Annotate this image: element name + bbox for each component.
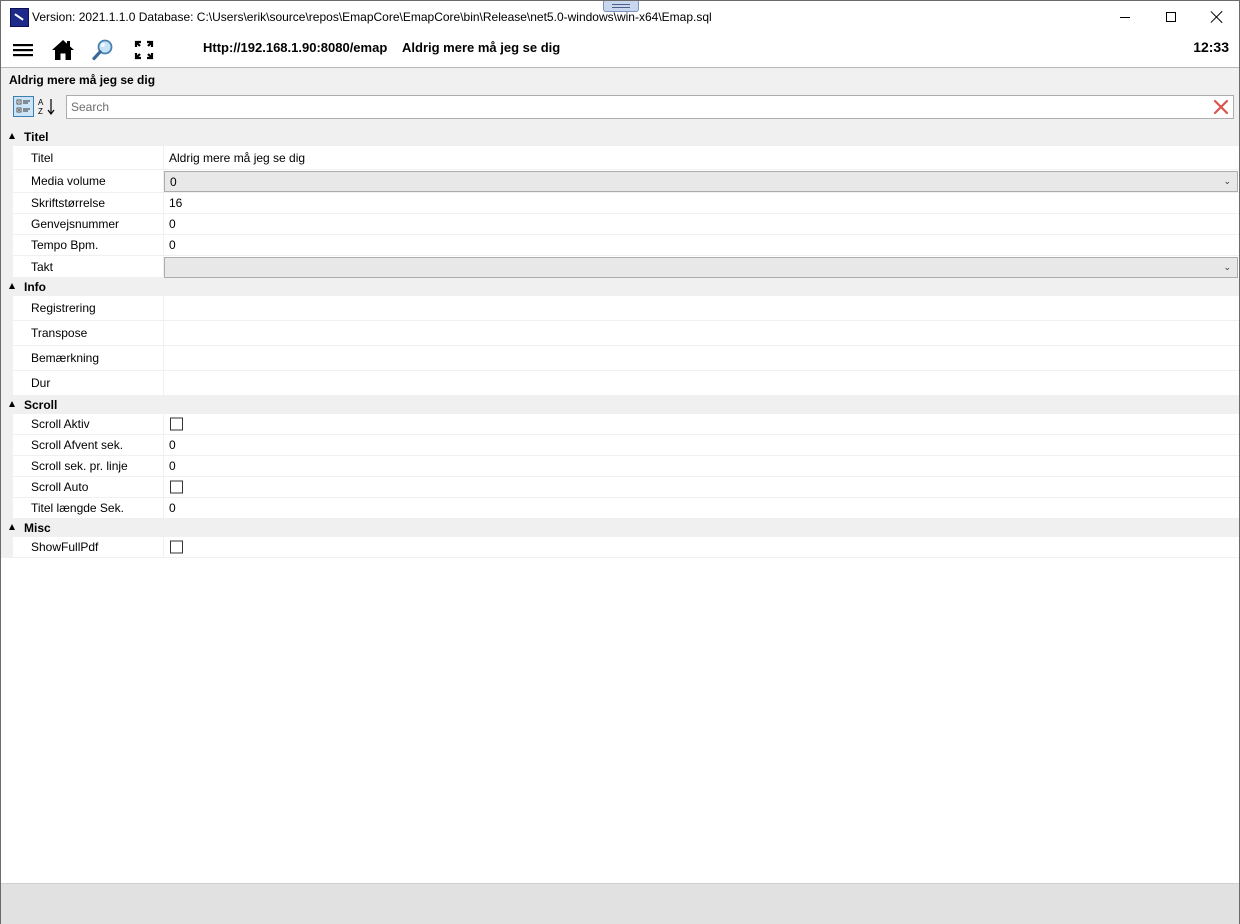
drag-grip-handle[interactable] [603, 1, 639, 12]
minimize-button[interactable] [1102, 1, 1148, 33]
property-row-scroll-aktiv[interactable]: Scroll Aktiv [1, 413, 1239, 435]
property-name: Titel længde Sek. [31, 501, 124, 515]
current-song-title: Aldrig mere må jeg se dig [402, 40, 561, 55]
property-name: Scroll Afvent sek. [31, 438, 124, 452]
title-bar: Version: 2021.1.1.0 Database: C:\Users\e… [1, 1, 1239, 33]
close-button[interactable] [1194, 1, 1240, 33]
property-row-media-volume[interactable]: Media volume 0 ⌄ [1, 169, 1239, 193]
scroll-aktiv-checkbox[interactable] [170, 417, 183, 431]
property-row-scroll-afvent[interactable]: Scroll Afvent sek. 0 [1, 434, 1239, 456]
collapse-triangle-icon[interactable] [9, 524, 15, 530]
chevron-down-icon: ⌄ [1223, 176, 1231, 186]
property-row-skriftstorrelse[interactable]: Skriftstørrelse 16 [1, 192, 1239, 214]
server-url: Http://192.168.1.90:8080/emap [203, 40, 388, 55]
hamburger-menu-icon[interactable] [11, 37, 37, 63]
close-icon [1210, 10, 1224, 24]
fullscreen-icon[interactable] [131, 37, 157, 63]
property-name: Registrering [31, 301, 96, 315]
category-label: Titel [24, 130, 49, 144]
search-input[interactable] [71, 98, 1201, 116]
property-name: Bemærkning [31, 351, 100, 365]
property-row-takt[interactable]: Takt ⌄ [1, 255, 1239, 278]
property-value[interactable]: 16 [169, 196, 182, 210]
window-title: Version: 2021.1.1.0 Database: C:\Users\e… [32, 10, 712, 24]
property-row-transpose[interactable]: Transpose [1, 320, 1239, 346]
property-name: Genvejsnummer [31, 217, 120, 231]
collapse-triangle-icon[interactable] [9, 401, 15, 407]
property-row-titel[interactable]: Titel Aldrig mere må jeg se dig [1, 145, 1239, 170]
category-titel[interactable]: Titel [1, 128, 1239, 146]
category-label: Misc [24, 521, 51, 535]
property-value[interactable]: 0 [169, 217, 176, 231]
property-name: Titel [31, 150, 54, 165]
property-value[interactable]: Aldrig mere må jeg se dig [169, 151, 305, 165]
media-volume-dropdown[interactable]: 0 ⌄ [164, 171, 1238, 192]
property-value[interactable]: 0 [169, 459, 176, 473]
property-name: Dur [31, 376, 51, 390]
property-name: Skriftstørrelse [31, 196, 106, 210]
property-value[interactable]: 0 [169, 501, 176, 515]
property-row-dur[interactable]: Dur [1, 370, 1239, 396]
category-scroll[interactable]: Scroll [1, 396, 1239, 414]
toolbar: Http://192.168.1.90:8080/emap Aldrig mer… [1, 33, 1239, 67]
property-name: Tempo Bpm. [31, 238, 99, 252]
takt-dropdown[interactable]: ⌄ [164, 257, 1238, 278]
home-icon[interactable] [50, 37, 76, 63]
clear-search-icon[interactable] [1213, 99, 1229, 115]
categorized-view-button[interactable] [13, 96, 34, 117]
property-name: Transpose [31, 326, 88, 340]
page-title: Aldrig mere må jeg se dig [9, 73, 156, 87]
app-icon[interactable] [10, 8, 29, 27]
search-field[interactable] [66, 95, 1234, 119]
property-row-scroll-sek-linje[interactable]: Scroll sek. pr. linje 0 [1, 455, 1239, 477]
property-row-scroll-auto[interactable]: Scroll Auto [1, 476, 1239, 498]
minimize-icon [1120, 16, 1130, 18]
magnifier-icon[interactable] [90, 37, 116, 63]
category-misc[interactable]: Misc [1, 519, 1239, 537]
maximize-button[interactable] [1148, 1, 1194, 33]
property-value[interactable]: 0 [169, 238, 176, 252]
scroll-auto-checkbox[interactable] [170, 480, 183, 494]
property-name: Scroll sek. pr. linje [31, 459, 128, 473]
property-row-titel-laengde[interactable]: Titel længde Sek. 0 [1, 497, 1239, 519]
property-row-registrering[interactable]: Registrering [1, 295, 1239, 321]
property-header: Aldrig mere må jeg se dig A Z [1, 67, 1239, 129]
property-row-bemaerkning[interactable]: Bemærkning [1, 345, 1239, 371]
svg-text:Z: Z [38, 107, 43, 116]
property-row-show-full-pdf[interactable]: ShowFullPdf [1, 536, 1239, 558]
property-row-genvejsnummer[interactable]: Genvejsnummer 0 [1, 213, 1239, 235]
alphabetical-sort-button[interactable]: A Z [36, 96, 57, 117]
property-row-tempo[interactable]: Tempo Bpm. 0 [1, 234, 1239, 256]
show-full-pdf-checkbox[interactable] [170, 540, 183, 554]
category-label: Info [24, 280, 46, 294]
chevron-down-icon: ⌄ [1223, 262, 1231, 272]
status-bar [1, 883, 1239, 924]
collapse-triangle-icon[interactable] [9, 133, 15, 139]
property-name: Media volume [31, 174, 106, 188]
category-label: Scroll [24, 398, 58, 412]
dropdown-value: 0 [170, 175, 177, 189]
collapse-triangle-icon[interactable] [9, 283, 15, 289]
property-name: Takt [31, 259, 54, 274]
maximize-icon [1166, 12, 1176, 22]
app-window: Version: 2021.1.1.0 Database: C:\Users\e… [0, 0, 1240, 924]
svg-text:A: A [38, 98, 44, 107]
property-name: Scroll Aktiv [31, 417, 90, 431]
category-info[interactable]: Info [1, 278, 1239, 296]
property-name: ShowFullPdf [31, 540, 99, 554]
clock: 12:33 [1193, 39, 1229, 55]
property-name: Scroll Auto [31, 480, 89, 494]
property-value[interactable]: 0 [169, 438, 176, 452]
property-grid: Titel Titel Aldrig mere må jeg se dig Me… [1, 128, 1239, 558]
